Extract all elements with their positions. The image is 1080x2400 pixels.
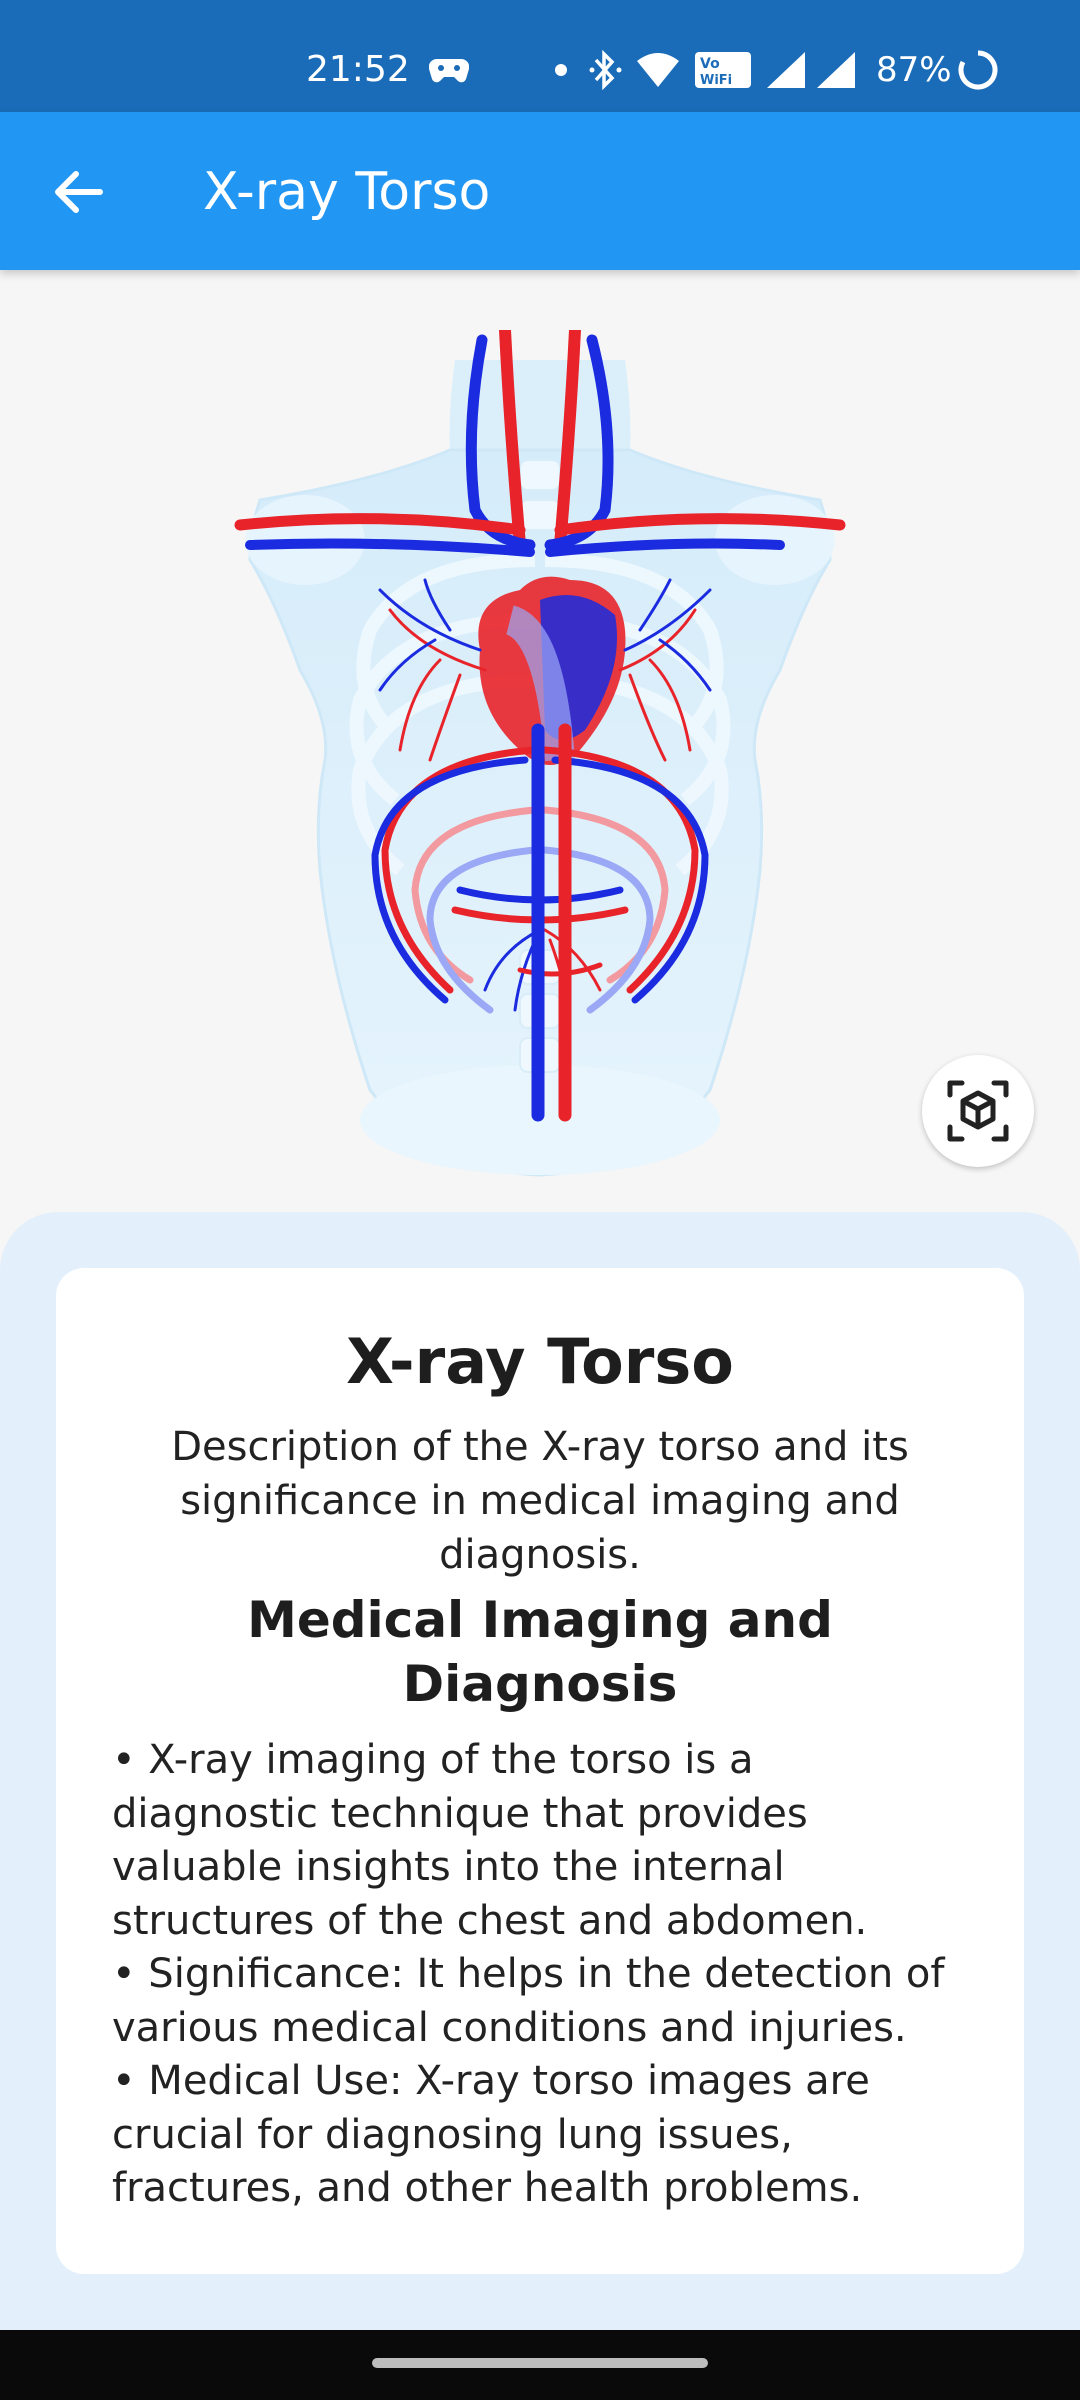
svg-text:WiFi: WiFi xyxy=(700,73,732,88)
status-time: 21:52 xyxy=(306,49,410,90)
list-item: • X-ray imaging of the torso is a diagno… xyxy=(112,1737,868,1944)
info-card: X-ray Torso Description of the X-ray tor… xyxy=(56,1268,1024,2274)
card-title: X-ray Torso xyxy=(346,1325,734,1398)
svg-text:Vo: Vo xyxy=(700,56,720,72)
notification-dot-icon xyxy=(552,50,570,90)
status-bar: 21:52 Vo WiFi 87% xyxy=(0,0,1080,112)
battery-percent: 87% xyxy=(876,50,952,90)
wifi-icon xyxy=(634,50,682,90)
section-heading: Medical Imaging and Diagnosis xyxy=(247,1591,833,1713)
bullet-list: • X-ray imaging of the torso is a diagno… xyxy=(112,1734,968,2216)
page-title: X-ray Torso xyxy=(203,162,491,222)
bluetooth-icon xyxy=(586,50,626,90)
xray-torso-model[interactable] xyxy=(220,330,860,1190)
system-nav-bar xyxy=(0,2330,1080,2400)
model-viewer[interactable] xyxy=(0,270,1080,1220)
info-panel: X-ray Torso Description of the X-ray tor… xyxy=(0,1212,1080,2330)
signal-icon xyxy=(814,50,858,90)
ar-cube-icon xyxy=(947,1080,1009,1142)
ar-view-button[interactable] xyxy=(922,1055,1034,1167)
list-item: • Significance: It helps in the detectio… xyxy=(112,1951,945,2051)
app-bar: X-ray Torso xyxy=(0,112,1080,270)
gesture-handle[interactable] xyxy=(372,2358,708,2368)
vowifi-icon: Vo WiFi xyxy=(692,50,754,90)
card-description: Description of the X-ray torso and its s… xyxy=(171,1424,909,1578)
signal-icon xyxy=(764,50,808,90)
arrow-left-icon xyxy=(55,171,103,213)
game-controller-icon xyxy=(428,50,470,90)
battery-saver-icon xyxy=(956,50,1000,90)
back-button[interactable] xyxy=(38,152,118,232)
list-item: • Medical Use: X-ray torso images are cr… xyxy=(112,2058,870,2211)
